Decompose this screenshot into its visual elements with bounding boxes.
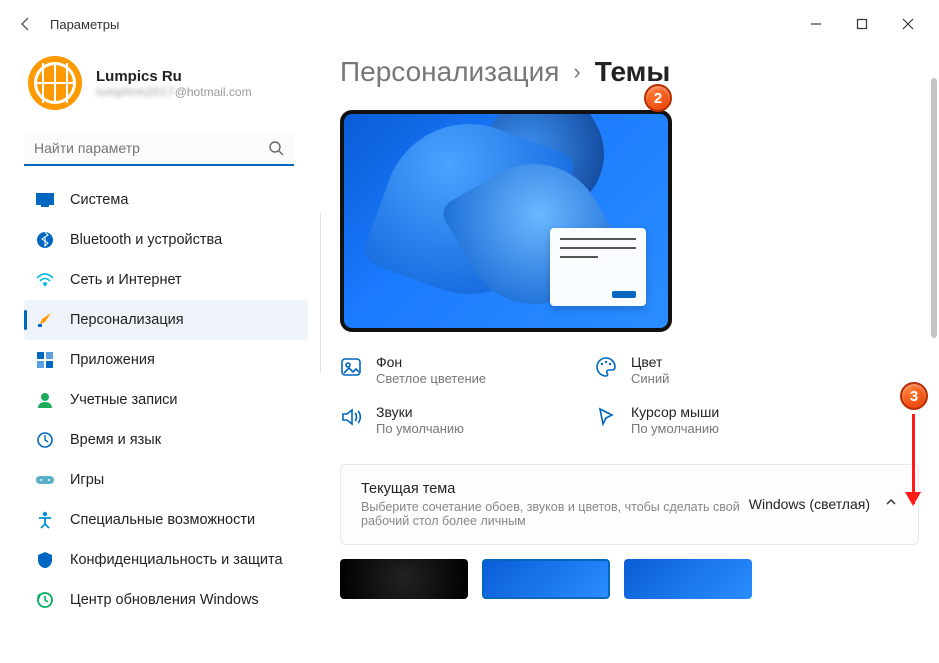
theme-prop-cursor[interactable]: Курсор мышиПо умолчанию	[595, 404, 820, 436]
person-icon	[36, 391, 54, 409]
palette-icon	[595, 356, 617, 378]
annotation-arrow	[912, 414, 915, 504]
picture-icon	[340, 356, 362, 378]
apps-icon	[36, 351, 54, 369]
close-icon	[902, 18, 914, 30]
search-icon	[268, 140, 284, 161]
theme-prop-background[interactable]: ФонСветлое цветение	[340, 354, 565, 386]
avatar	[28, 56, 82, 110]
accessibility-icon	[36, 511, 54, 529]
system-icon	[36, 191, 54, 209]
nav-label: Конфиденциальность и защита	[70, 552, 283, 568]
nav-bluetooth[interactable]: Bluetooth и устройства	[24, 220, 308, 260]
speaker-icon	[340, 406, 362, 428]
breadcrumb-parent[interactable]: Персонализация	[340, 56, 559, 88]
theme-option[interactable]	[340, 559, 468, 599]
card-subtext: Выберите сочетание обоев, звуков и цвето…	[361, 500, 741, 528]
nav-label: Центр обновления Windows	[70, 592, 259, 608]
maximize-button[interactable]	[839, 8, 885, 40]
theme-prop-color[interactable]: ЦветСиний	[595, 354, 820, 386]
nav-system[interactable]: Система	[24, 180, 308, 220]
nav-label: Учетные записи	[70, 392, 178, 408]
nav-privacy[interactable]: Конфиденциальность и защита	[24, 540, 308, 580]
maximize-icon	[856, 18, 868, 30]
prop-value: Светлое цветение	[376, 371, 486, 386]
search-input[interactable]	[24, 132, 294, 166]
cursor-icon	[595, 406, 617, 428]
minimize-button[interactable]	[793, 8, 839, 40]
theme-thumbnails	[340, 559, 919, 599]
shield-icon	[36, 551, 54, 569]
nav-apps[interactable]: Приложения	[24, 340, 308, 380]
nav-accounts[interactable]: Учетные записи	[24, 380, 308, 420]
card-value: Windows (светлая)	[749, 496, 870, 512]
chevron-up-icon	[884, 495, 898, 514]
theme-prop-sounds[interactable]: ЗвукиПо умолчанию	[340, 404, 565, 436]
nav-time-language[interactable]: Время и язык	[24, 420, 308, 460]
bluetooth-icon	[36, 231, 54, 249]
nav-personalization[interactable]: Персонализация	[24, 300, 308, 340]
nav-label: Bluetooth и устройства	[70, 232, 222, 248]
prop-label: Фон	[376, 354, 486, 371]
gamepad-icon	[36, 471, 54, 489]
prop-label: Цвет	[631, 354, 669, 371]
back-button[interactable]	[8, 6, 44, 42]
prop-value: Синий	[631, 371, 669, 386]
nav-accessibility[interactable]: Специальные возможности	[24, 500, 308, 540]
scrollbar[interactable]	[931, 78, 937, 643]
breadcrumb: Персонализация › Темы	[340, 48, 919, 88]
prop-value: По умолчанию	[376, 421, 464, 436]
window-title: Параметры	[50, 17, 119, 32]
card-heading: Текущая тема	[361, 481, 749, 497]
chevron-right-icon: ›	[573, 59, 580, 85]
nav-label: Персонализация	[70, 312, 184, 328]
wifi-icon	[36, 271, 54, 289]
nav-label: Приложения	[70, 352, 155, 368]
minimize-icon	[810, 18, 822, 30]
nav-windows-update[interactable]: Центр обновления Windows	[24, 580, 308, 620]
profile-email: lumpfirm2017@hotmail.com	[96, 85, 252, 99]
clock-globe-icon	[36, 431, 54, 449]
profile-name: Lumpics Ru	[96, 68, 252, 85]
prop-value: По умолчанию	[631, 421, 719, 436]
nav-label: Игры	[70, 472, 104, 488]
scroll-thumb[interactable]	[931, 78, 937, 338]
prop-label: Курсор мыши	[631, 404, 719, 421]
nav-gaming[interactable]: Игры	[24, 460, 308, 500]
theme-option[interactable]	[624, 559, 752, 599]
nav-list: Система Bluetooth и устройства Сеть и Ин…	[24, 180, 312, 663]
update-icon	[36, 591, 54, 609]
nav-label: Специальные возможности	[70, 512, 255, 528]
preview-window	[550, 228, 646, 306]
brush-icon	[36, 311, 54, 329]
nav-label: Время и язык	[70, 432, 161, 448]
current-theme-card[interactable]: Текущая тема Выберите сочетание обоев, з…	[340, 464, 919, 545]
nav-label: Сеть и Интернет	[70, 272, 182, 288]
arrow-left-icon	[18, 16, 34, 32]
annotation-badge-2: 2	[644, 84, 672, 112]
nav-network[interactable]: Сеть и Интернет	[24, 260, 308, 300]
theme-option-selected[interactable]	[482, 559, 610, 599]
annotation-badge-3: 3	[900, 382, 928, 410]
profile-block[interactable]: Lumpics Ru lumpfirm2017@hotmail.com	[24, 48, 312, 128]
prop-label: Звуки	[376, 404, 464, 421]
nav-label: Система	[70, 192, 128, 208]
theme-preview	[340, 110, 672, 332]
close-button[interactable]	[885, 8, 931, 40]
